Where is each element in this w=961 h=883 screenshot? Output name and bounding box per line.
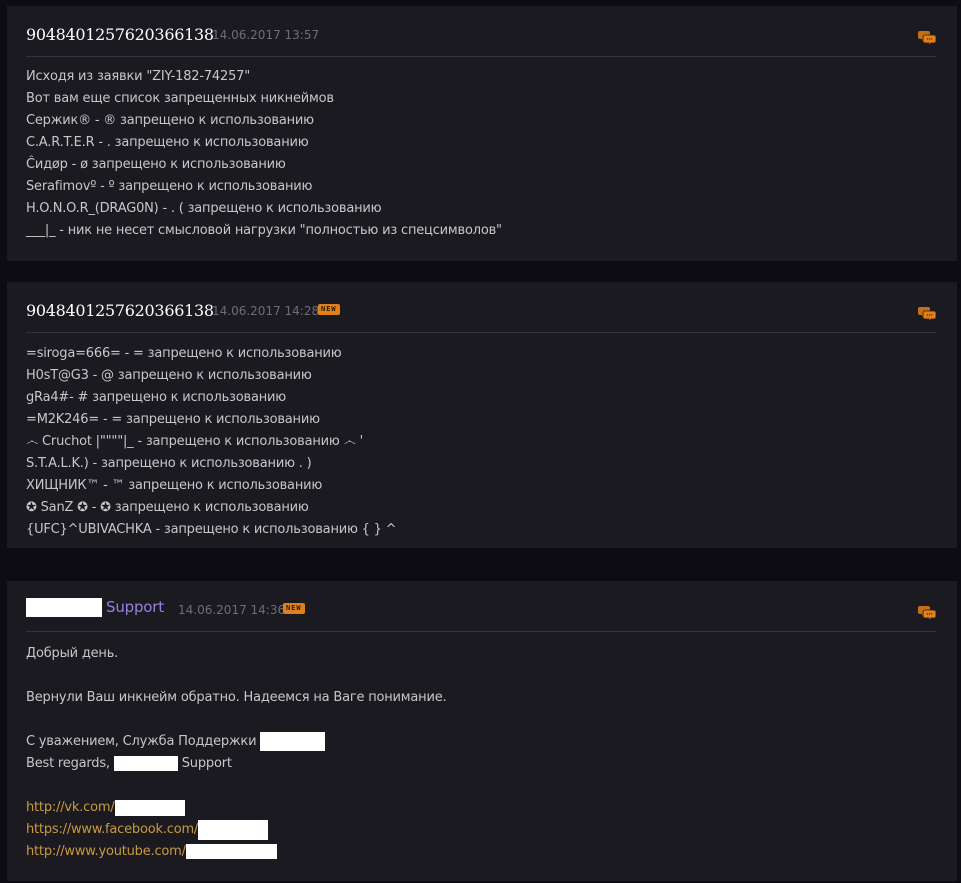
post-2: 9048401257620366138 14.06.2017 14:28 NEW… (7, 282, 957, 548)
new-badge: NEW (283, 603, 305, 614)
post-header: Support 14.06.2017 14:36 NEW (26, 581, 937, 632)
message-line: Serafimovº - º запрещено к использованию (26, 179, 313, 194)
redacted-link-path (114, 799, 185, 816)
post-timestamp: 14.06.2017 14:36 (178, 603, 286, 617)
redacted-company (260, 732, 326, 751)
signature-en: Best regards, Support (26, 753, 936, 775)
vk-link[interactable]: http://vk.com/ (26, 800, 115, 815)
speech-bubbles-icon[interactable] (918, 605, 937, 623)
speech-bubbles-icon[interactable] (918, 30, 937, 48)
post-body: Добрый день. Вернули Ваш инкнейм обратно… (26, 643, 936, 863)
post-header: 9048401257620366138 14.06.2017 14:28 NEW (26, 282, 937, 333)
post-3: Support 14.06.2017 14:36 NEW Добрый день… (7, 581, 957, 881)
facebook-link[interactable]: https://www.facebook.com/ (26, 822, 198, 837)
redacted-company (113, 756, 178, 771)
message-line: Исходя из заявки "ZIY-182-74257" (26, 69, 250, 84)
message-line: gRa4#- # запрещено к использованию (26, 390, 287, 405)
message-line: ✪ SanZ ✪ - ✪ запрещено к использованию (26, 500, 309, 515)
message-line: Вот вам еще список запрещенных никнеймов (26, 91, 334, 106)
message-line: Сержик® - ® запрещено к использованию (26, 113, 314, 128)
post-timestamp: 14.06.2017 13:57 (212, 28, 320, 42)
message-line: H.O.N.O.R_(DRAG0N) - . ( запрещено к исп… (26, 201, 382, 216)
post-1: 9048401257620366138 14.06.2017 13:57 Исх… (7, 6, 957, 261)
post-body: Исходя из заявки "ZIY-182-74257" Вот вам… (26, 66, 936, 242)
signature-ru-text: С уважением, Служба Поддержки (26, 734, 257, 749)
redacted-link-path (198, 819, 269, 840)
speech-bubbles-icon[interactable] (918, 306, 937, 324)
message-line: {UFC}^UBIVACHKA - запрещено к использова… (26, 522, 397, 537)
youtube-link[interactable]: http://www.youtube.com/ (26, 844, 186, 859)
link-line: http://vk.com/ (26, 797, 936, 819)
new-badge: NEW (318, 304, 340, 315)
message-line: Ĉидøр - ø запрещено к использованию (26, 157, 286, 172)
signature-en-suffix: Support (181, 756, 232, 771)
message-line: ХИЩНИК™ - ™ запрещено к использованию (26, 478, 323, 493)
link-line: http://www.youtube.com/ (26, 841, 936, 863)
message-line: H0sT@G3 - @ запрещено к использованию (26, 368, 312, 383)
message-line: ___|_ - ник не несет смысловой нагрузки … (26, 223, 502, 238)
message-line: =siroga=666= - = запрещено к использован… (26, 346, 342, 361)
post-header: 9048401257620366138 14.06.2017 13:57 (26, 6, 937, 57)
message-line: S.T.A.L.K.) - запрещено к использованию … (26, 456, 312, 471)
post-body: =siroga=666= - = запрещено к использован… (26, 343, 936, 541)
post-timestamp: 14.06.2017 14:28 (212, 304, 320, 318)
redacted-author-name (26, 598, 102, 617)
redacted-link-path (185, 844, 277, 859)
message-line: ෴ Cruchot |""""|_ - запрещено к использо… (26, 434, 364, 449)
signature-en-prefix: Best regards, (26, 756, 110, 771)
message-line: Вернули Ваш инкнейм обратно. Надеемся на… (26, 690, 447, 705)
signature-ru: С уважением, Служба Поддержки (26, 731, 936, 753)
message-line: C.A.R.T.E.R - . запрещено к использовани… (26, 135, 309, 150)
post-author[interactable]: 9048401257620366138 (26, 301, 214, 320)
post-author-support[interactable]: Support (106, 598, 164, 616)
post-author[interactable]: 9048401257620366138 (26, 25, 214, 44)
message-line: =M2K246= - = запрещено к использованию (26, 412, 320, 427)
greeting-line: Добрый день. (26, 646, 119, 661)
link-line: https://www.facebook.com/ (26, 819, 936, 841)
